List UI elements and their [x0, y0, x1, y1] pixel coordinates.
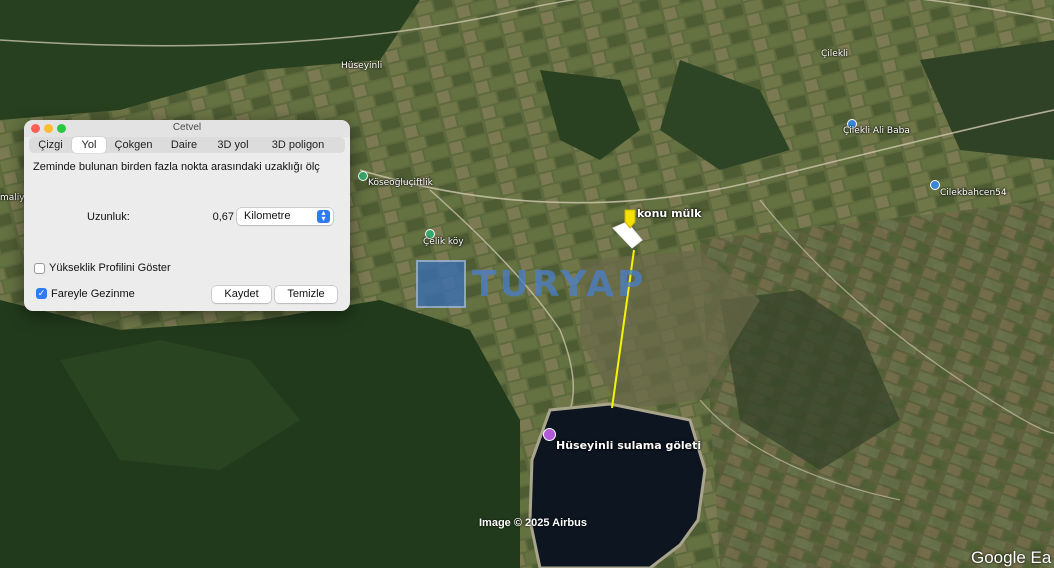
place-cilekbahcen[interactable]: Cilekbahcen54: [940, 188, 1007, 198]
ruler-description: Zeminde bulunan birden fazla nokta arası…: [33, 161, 320, 173]
unit-select[interactable]: Kilometre ▴ ▾: [237, 208, 333, 225]
place-huseyinli[interactable]: Hüseyinli: [341, 61, 382, 71]
imagery-attribution: Image © 2025 Airbus: [479, 517, 587, 529]
tab-cokgen[interactable]: Çokgen: [106, 137, 161, 153]
place-edge-label: maliy: [0, 193, 25, 203]
watermark: TURYAP: [416, 260, 652, 308]
tab-3d-poligon[interactable]: 3D poligon: [259, 137, 337, 153]
clear-button[interactable]: Temizle: [275, 286, 337, 303]
tab-cizgi[interactable]: Çizgi: [29, 137, 72, 153]
ruler-tabs: Çizgi Yol Çokgen Daire 3D yol 3D poligon: [29, 137, 345, 153]
save-button[interactable]: Kaydet: [212, 286, 271, 303]
golet-pin-icon[interactable]: [543, 428, 556, 441]
elevation-profile-label: Yükseklik Profilini Göster: [49, 262, 171, 274]
mouse-nav-checkbox[interactable]: ✓: [36, 288, 47, 299]
unit-select-value: Kilometre: [244, 210, 291, 222]
place-konu-mulk[interactable]: konu mülk: [637, 207, 701, 220]
handshake-logo-icon: [416, 260, 466, 308]
ruler-dialog: Cetvel Çizgi Yol Çokgen Daire 3D yol 3D …: [24, 120, 350, 311]
ruler-title: Cetvel: [172, 122, 202, 133]
koseogluciftlik-pin-icon[interactable]: [358, 171, 368, 181]
ruler-titlebar[interactable]: Cetvel: [24, 120, 350, 137]
place-golet[interactable]: Hüseyinli sulama göleti: [556, 439, 701, 452]
elevation-profile-checkbox[interactable]: [34, 263, 45, 274]
google-earth-logo: Google Ea: [971, 548, 1052, 567]
place-koseogluciftlik[interactable]: Köseoğluçiftlik: [368, 178, 433, 188]
tab-yol[interactable]: Yol: [72, 137, 106, 153]
tab-daire[interactable]: Daire: [161, 137, 207, 153]
place-cilekli[interactable]: Çilekli: [821, 49, 848, 59]
select-chevron-icon: ▴ ▾: [317, 209, 330, 223]
place-celik-koy[interactable]: Çelik köy: [423, 237, 464, 247]
place-cilekli-ali-baba[interactable]: Çilekli Ali Baba: [843, 126, 910, 136]
cilekbahcen-pin-icon[interactable]: [930, 180, 940, 190]
length-value: 0,67: [212, 211, 234, 223]
length-label: Uzunluk:: [87, 211, 130, 223]
watermark-text: TURYAP: [472, 264, 647, 305]
mouse-nav-label: Fareyle Gezinme: [51, 288, 135, 300]
tab-3d-yol[interactable]: 3D yol: [207, 137, 259, 153]
